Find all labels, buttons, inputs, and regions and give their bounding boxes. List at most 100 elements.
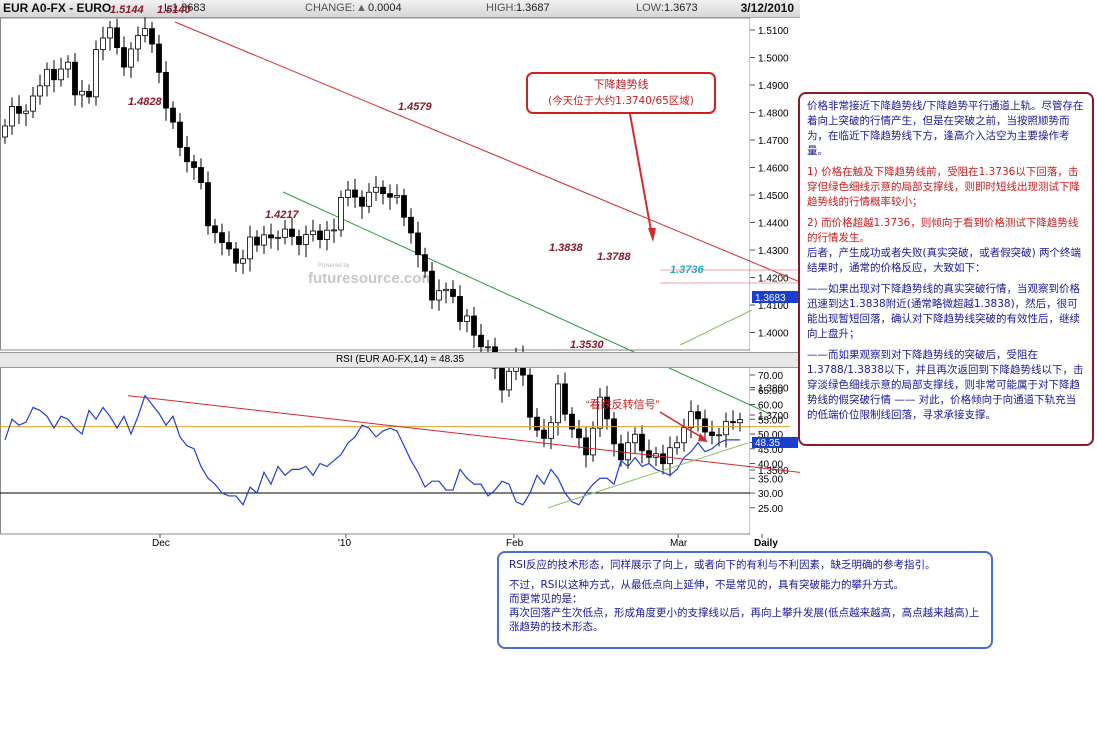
candle: [387, 193, 393, 198]
candle: [317, 230, 323, 240]
callout-trendline-note: (今天位于大约1.3740/65区域): [548, 95, 694, 107]
candle: [142, 28, 148, 36]
candle: [275, 236, 281, 239]
candle: [576, 428, 582, 439]
watermark: futuresource.com: [308, 270, 435, 287]
candle: [296, 236, 302, 245]
analysis-paragraph: 1) 价格在触及下降趋势线前，受阻在1.3736以下回落，击穿但绿色细线示意的局…: [807, 166, 1080, 208]
price-tick-label: 1.4000: [758, 329, 789, 340]
candle: [632, 433, 638, 444]
rsi-tick-label: 55.00: [758, 415, 783, 426]
price-tick-label: 1.4400: [758, 219, 789, 230]
candle: [163, 71, 169, 109]
candle: [436, 290, 442, 301]
candle: [737, 419, 743, 424]
candle: [667, 447, 673, 465]
candle: [128, 48, 134, 68]
candle: [464, 315, 470, 322]
rsi-paragraph: 而更常见的是：: [509, 593, 583, 605]
candle: [121, 47, 127, 68]
candle: [457, 296, 463, 322]
callout-analysis: 价格非常接近下降趋势线/下降趋势平行通道上轨。尽管存在着向上突破的行情产生，但是…: [798, 92, 1094, 446]
candle: [30, 95, 36, 112]
candle: [114, 27, 120, 48]
candle: [695, 411, 701, 420]
rsi-tick-label: 30.00: [758, 489, 783, 500]
x-tick-label: Daily: [754, 538, 778, 549]
candle: [366, 191, 372, 207]
candle: [527, 374, 533, 418]
last-price-tag: 1.3683: [755, 293, 786, 304]
candle: [2, 125, 8, 138]
candle: [716, 434, 722, 437]
candle: [359, 196, 365, 207]
price-annotation: 1.3838: [549, 242, 584, 254]
candle: [702, 418, 708, 433]
candle: [373, 186, 379, 193]
candle: [303, 234, 309, 245]
price-annotation: 1.5140: [157, 4, 192, 16]
rsi-tick-label: 25.00: [758, 504, 783, 515]
price-annotation: 1.5144: [110, 4, 144, 16]
analysis-paragraph: ——而如果观察到对下降趋势线的突破后，受阻在1.3788/1.3838以下，并且…: [807, 349, 1084, 421]
rsi-tick-label: 65.00: [758, 386, 783, 397]
candle: [268, 234, 274, 239]
candle: [394, 195, 400, 198]
watermark-small: Powered by: [318, 263, 350, 269]
candle: [86, 90, 92, 98]
rsi-annotation: “看跌反转信号”: [586, 397, 660, 411]
candle: [415, 232, 421, 256]
candle: [688, 411, 694, 429]
candle: [562, 383, 568, 415]
analysis-paragraph: 2) 而价格超越1.3736，则倾向于看到价格测试下降趋势线的行情发生。: [807, 217, 1079, 244]
candle: [205, 182, 211, 227]
candle: [352, 189, 358, 198]
candle: [72, 61, 78, 96]
candle: [639, 433, 645, 452]
candle: [170, 107, 176, 123]
candle: [646, 450, 652, 458]
price-tick-label: 1.4800: [758, 109, 789, 120]
candle: [191, 161, 197, 168]
candle: [681, 427, 687, 444]
candle: [240, 258, 246, 264]
candle: [51, 68, 57, 81]
x-tick-label: Feb: [506, 538, 524, 549]
price-tick-label: 1.4700: [758, 136, 789, 147]
candle: [660, 453, 666, 465]
candle: [37, 85, 43, 97]
price-tick-label: 1.4900: [758, 81, 789, 92]
candle: [289, 228, 295, 237]
rsi-tick-label: 70.00: [758, 371, 783, 382]
candle: [611, 418, 617, 445]
candle: [338, 197, 344, 231]
candle: [177, 121, 183, 148]
analysis-paragraph: ——如果出现对下降趋势线的真实突破行情，当观察到价格迅速到达1.3838附近(通…: [807, 283, 1080, 340]
candle: [709, 431, 715, 437]
candle: [548, 422, 554, 439]
candle: [380, 186, 386, 195]
candle: [429, 270, 435, 301]
price-tick-label: 1.5000: [758, 54, 789, 65]
candle: [233, 248, 239, 264]
candle: [422, 254, 428, 272]
rsi-header: RSI (EUR A0-FX,14) = 48.35: [0, 352, 800, 368]
candle: [485, 346, 491, 349]
candle: [555, 383, 561, 424]
candle: [79, 90, 85, 96]
candle: [443, 288, 449, 292]
candle: [534, 416, 540, 431]
callout-trendline: 下降趋势线 (今天位于大约1.3740/65区域): [526, 72, 716, 114]
candle: [345, 189, 351, 198]
candle: [198, 167, 204, 184]
rsi-paragraph: 再次回落产生次低点，形成角度更小的支撑线以后，再向上攀升发展(低点越来越高，高点…: [509, 607, 980, 633]
candle: [282, 228, 288, 238]
candle: [184, 147, 190, 163]
candle: [723, 421, 729, 436]
candle: [499, 367, 505, 391]
candle: [149, 28, 155, 45]
candle: [674, 442, 680, 449]
rsi-last-tag: 48.35: [755, 438, 780, 449]
price-tick-label: 1.4500: [758, 191, 789, 202]
price-annotation: 1.3530: [570, 339, 605, 351]
